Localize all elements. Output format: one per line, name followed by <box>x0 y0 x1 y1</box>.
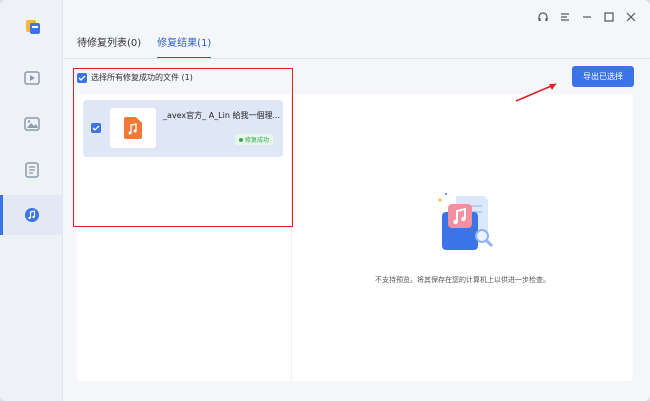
annotation-arrow-icon <box>515 83 557 102</box>
unsupported-preview-icon <box>438 193 494 250</box>
document-icon <box>24 162 39 178</box>
sidebar-item-image[interactable] <box>0 104 63 144</box>
tab-pending[interactable]: 待修复列表(0) <box>77 34 141 59</box>
maximize-icon[interactable] <box>602 10 616 24</box>
export-selected-button[interactable]: 导出已选择 <box>572 66 634 87</box>
tab-results[interactable]: 修复结果(1) <box>157 34 212 59</box>
app-logo-icon <box>24 18 42 36</box>
sidebar-item-audio[interactable] <box>0 195 63 235</box>
image-icon <box>23 117 40 131</box>
audio-icon <box>24 208 39 222</box>
tabs-divider <box>63 58 650 59</box>
sidebar-item-document[interactable] <box>0 150 63 190</box>
app-window: 待修复列表(0) 修复结果(1) 选择所有修复成功的文件 (1) 导出已选择 _… <box>0 0 650 401</box>
headset-icon[interactable] <box>536 10 550 24</box>
close-icon[interactable] <box>624 10 638 24</box>
preview-panel: 不支持预览。将其保存在您的计算机上以供进一步检查。 <box>292 94 633 381</box>
result-tabs: 待修复列表(0) 修复结果(1) <box>77 34 212 59</box>
sidebar <box>0 0 63 401</box>
preview-message: 不支持预览。将其保存在您的计算机上以供进一步检查。 <box>375 276 550 284</box>
video-icon <box>23 71 40 85</box>
titlebar-controls <box>536 10 638 24</box>
sidebar-item-video[interactable] <box>0 58 63 98</box>
annotation-box <box>73 68 293 227</box>
minimize-icon[interactable] <box>580 10 594 24</box>
menu-icon[interactable] <box>558 10 572 24</box>
